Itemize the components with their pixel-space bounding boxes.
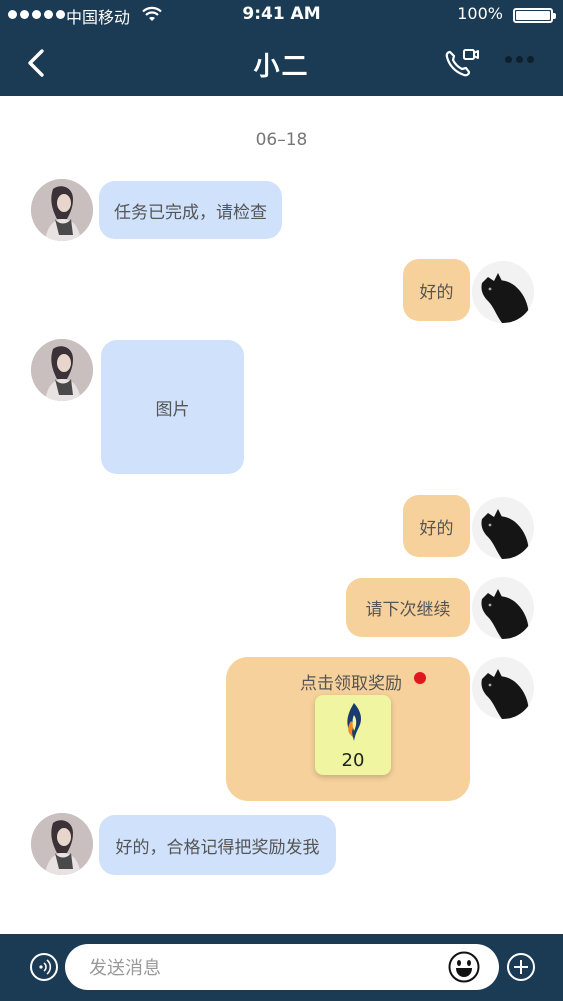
emoji-icon[interactable]: [448, 951, 480, 983]
reward-label: 点击领取奖励: [300, 674, 402, 694]
date-divider: 06–18: [255, 130, 308, 150]
contact-avatar[interactable]: [31, 813, 93, 875]
image-message[interactable]: 图片: [101, 340, 244, 474]
voice-icon[interactable]: [30, 953, 58, 981]
message-bubble[interactable]: 好的: [403, 495, 470, 557]
unread-dot: [414, 672, 426, 684]
user-avatar[interactable]: [472, 497, 534, 559]
status-bar: 中国移动 9:41 AM 100%: [0, 0, 563, 30]
message-bubble[interactable]: 任务已完成，请检查: [99, 181, 282, 239]
flame-logo-icon: [347, 703, 362, 741]
message-bubble[interactable]: 好的: [403, 259, 470, 321]
plus-icon[interactable]: [507, 953, 535, 981]
message-input[interactable]: 发送消息: [65, 944, 499, 990]
phone-video-icon[interactable]: [442, 46, 482, 80]
battery-percent: 100%: [457, 4, 503, 23]
reward-coupon[interactable]: 20: [315, 695, 391, 775]
contact-avatar[interactable]: [31, 179, 93, 241]
reward-amount: 20: [341, 750, 365, 771]
nav-bar: 小二: [0, 30, 563, 96]
input-bar: 发送消息: [0, 934, 563, 1001]
message-bubble[interactable]: 请下次继续: [346, 578, 470, 637]
contact-avatar[interactable]: [31, 339, 93, 401]
message-bubble[interactable]: 好的，合格记得把奖励发我: [99, 815, 336, 875]
top-bar: 中国移动 9:41 AM 100% 小二: [0, 0, 563, 96]
battery-icon: [513, 8, 556, 23]
user-avatar[interactable]: [472, 261, 534, 323]
reward-message[interactable]: 点击领取奖励 20: [226, 657, 470, 801]
user-avatar[interactable]: [472, 577, 534, 639]
more-dots-icon[interactable]: [505, 56, 534, 63]
user-avatar[interactable]: [472, 657, 534, 719]
